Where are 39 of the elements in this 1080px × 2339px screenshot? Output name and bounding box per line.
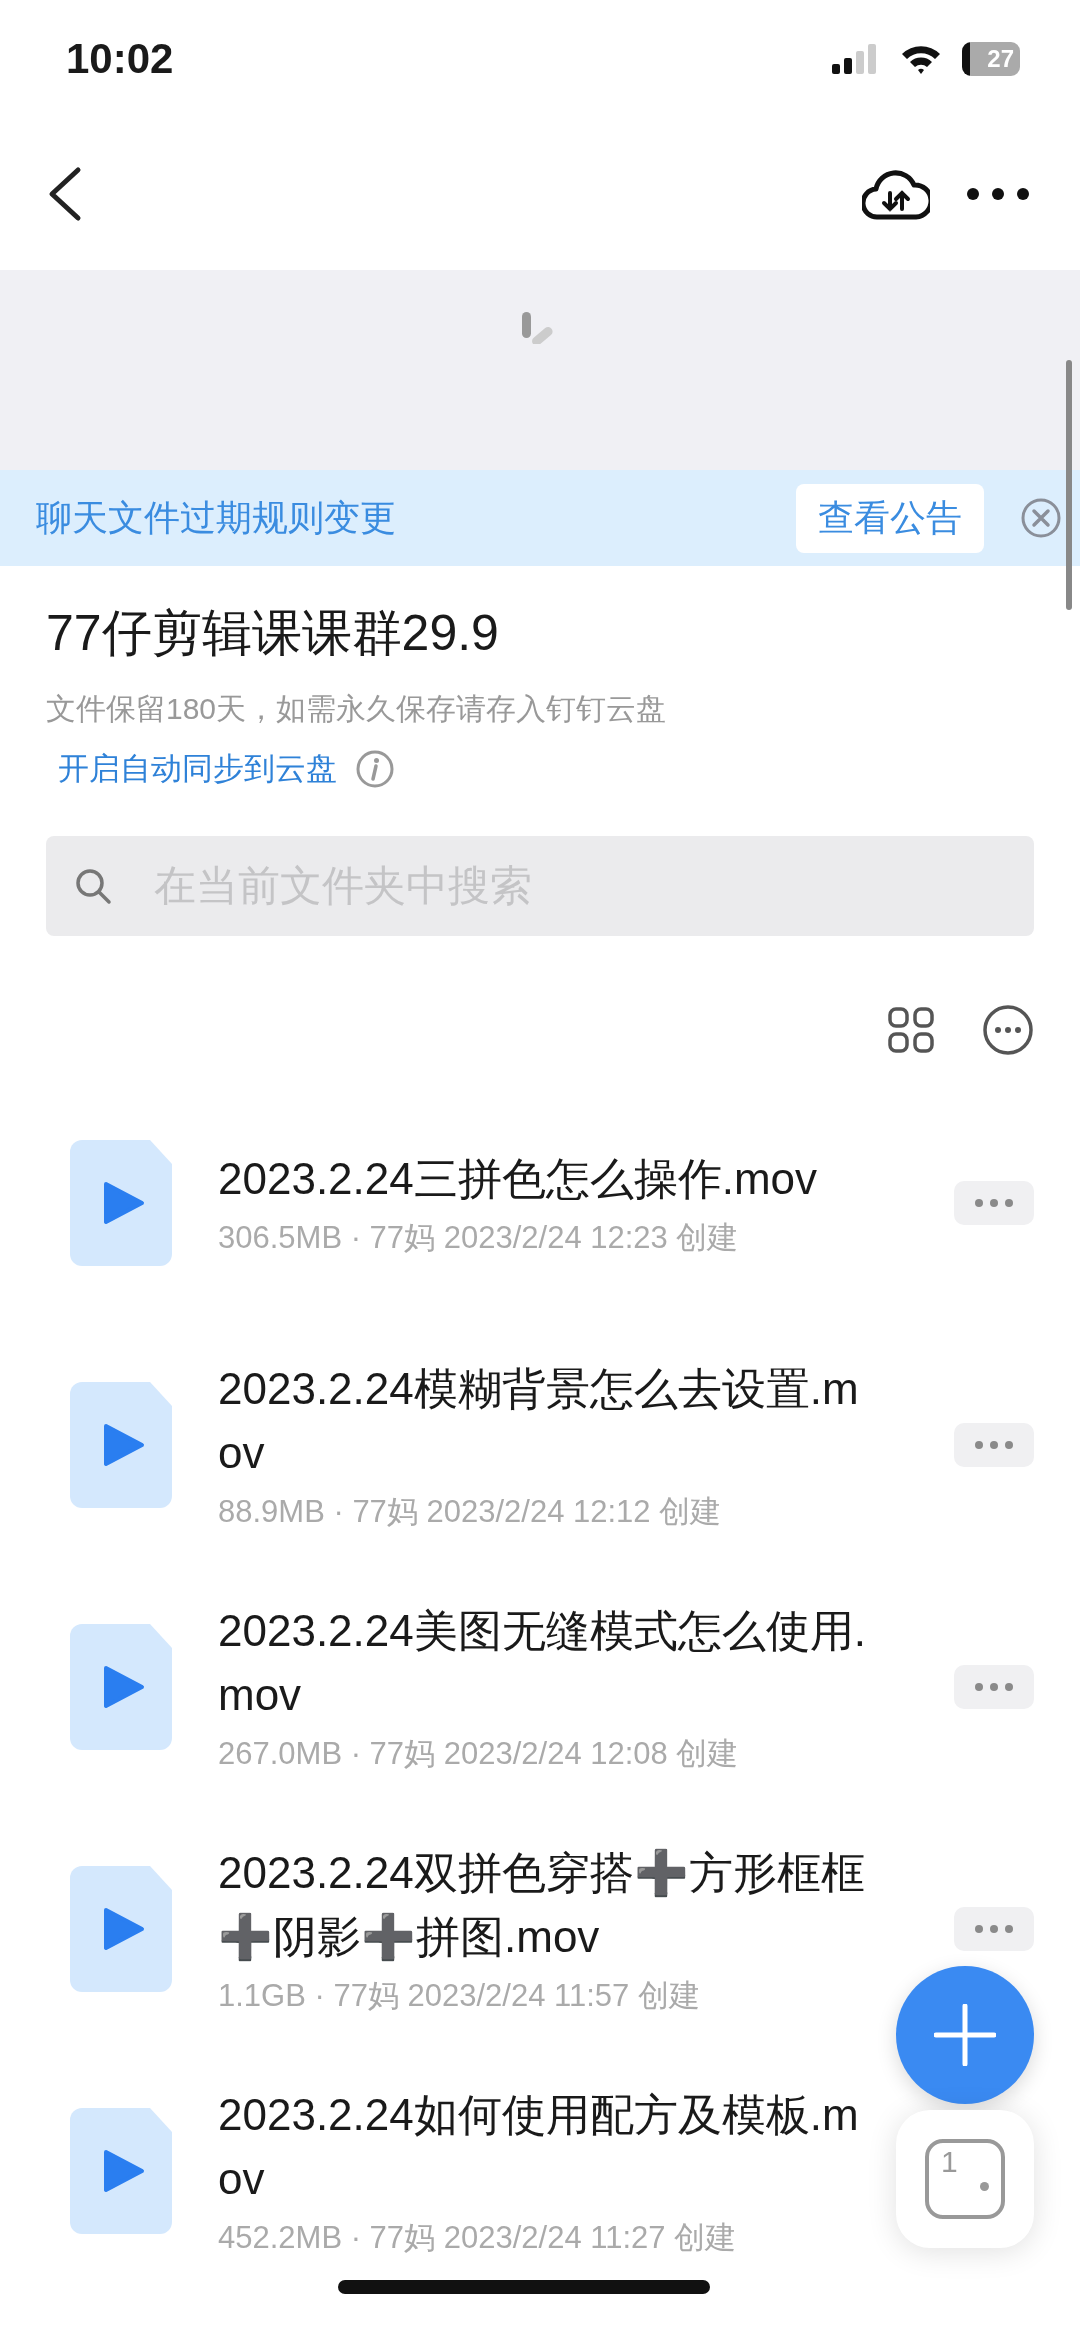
more-icon xyxy=(974,1924,1014,1934)
retention-note: 文件保留180天，如需永久保存请存入钉钉云盘 xyxy=(46,691,668,727)
file-meta: 267.0MB · 77妈 2023/2/24 12:08 创建 xyxy=(218,1735,740,1773)
cloud-sync-icon[interactable] xyxy=(862,167,930,221)
more-icon xyxy=(974,1682,1014,1692)
search-icon xyxy=(74,867,112,905)
notice-text: 聊天文件过期规则变更 xyxy=(36,495,397,540)
file-name[interactable]: 2023.2.24模糊背景怎么去设置.mov xyxy=(218,1357,868,1485)
file-name[interactable]: 2023.2.24如何使用配方及模板.mov xyxy=(218,2083,868,2211)
file-more-button[interactable] xyxy=(954,1907,1034,1951)
file-more-button[interactable] xyxy=(954,1665,1034,1709)
file-more-button[interactable] xyxy=(954,1423,1034,1467)
video-file-icon xyxy=(70,1624,172,1750)
view-notice-button[interactable]: 查看公告 xyxy=(796,483,984,553)
close-icon[interactable] xyxy=(1020,497,1062,539)
file-name[interactable]: 2023.2.24美图无缝模式怎么使用.mov xyxy=(218,1599,868,1727)
auto-sync-link[interactable]: 开启自动同步到云盘 xyxy=(58,748,337,790)
file-name[interactable]: 2023.2.24三拼色怎么操作.mov xyxy=(218,1147,868,1211)
file-meta: 1.1GB · 77妈 2023/2/24 11:57 创建 xyxy=(218,1977,701,2015)
more-options-icon[interactable] xyxy=(982,1004,1034,1056)
file-meta: 306.5MB · 77妈 2023/2/24 12:23 创建 xyxy=(218,1219,740,1257)
file-more-button[interactable] xyxy=(954,1181,1034,1225)
file-meta: 88.9MB · 77妈 2023/2/24 12:12 创建 xyxy=(218,1493,723,1531)
wifi-icon xyxy=(900,43,942,75)
info-icon[interactable] xyxy=(355,749,395,789)
more-icon xyxy=(974,1198,1014,1208)
battery-icon: 27 xyxy=(962,42,1020,76)
more-icon[interactable] xyxy=(966,187,1030,201)
video-file-icon xyxy=(70,1140,172,1266)
status-time: 10:02 xyxy=(66,35,174,83)
plus-icon xyxy=(934,2004,996,2066)
video-file-icon xyxy=(70,1866,172,1992)
file-name[interactable]: 2023.2.24双拼色穿搭➕方形框框➕阴影➕拼图.mov xyxy=(218,1841,868,1969)
grid-view-icon[interactable] xyxy=(888,1007,934,1053)
more-icon xyxy=(974,1440,1014,1450)
video-file-icon xyxy=(70,1382,172,1508)
video-file-icon xyxy=(70,2108,172,2234)
file-meta: 452.2MB · 77妈 2023/2/24 11:27 创建 xyxy=(218,2219,738,2257)
folder-title: 77仔剪辑课课群29.9 xyxy=(46,604,500,663)
